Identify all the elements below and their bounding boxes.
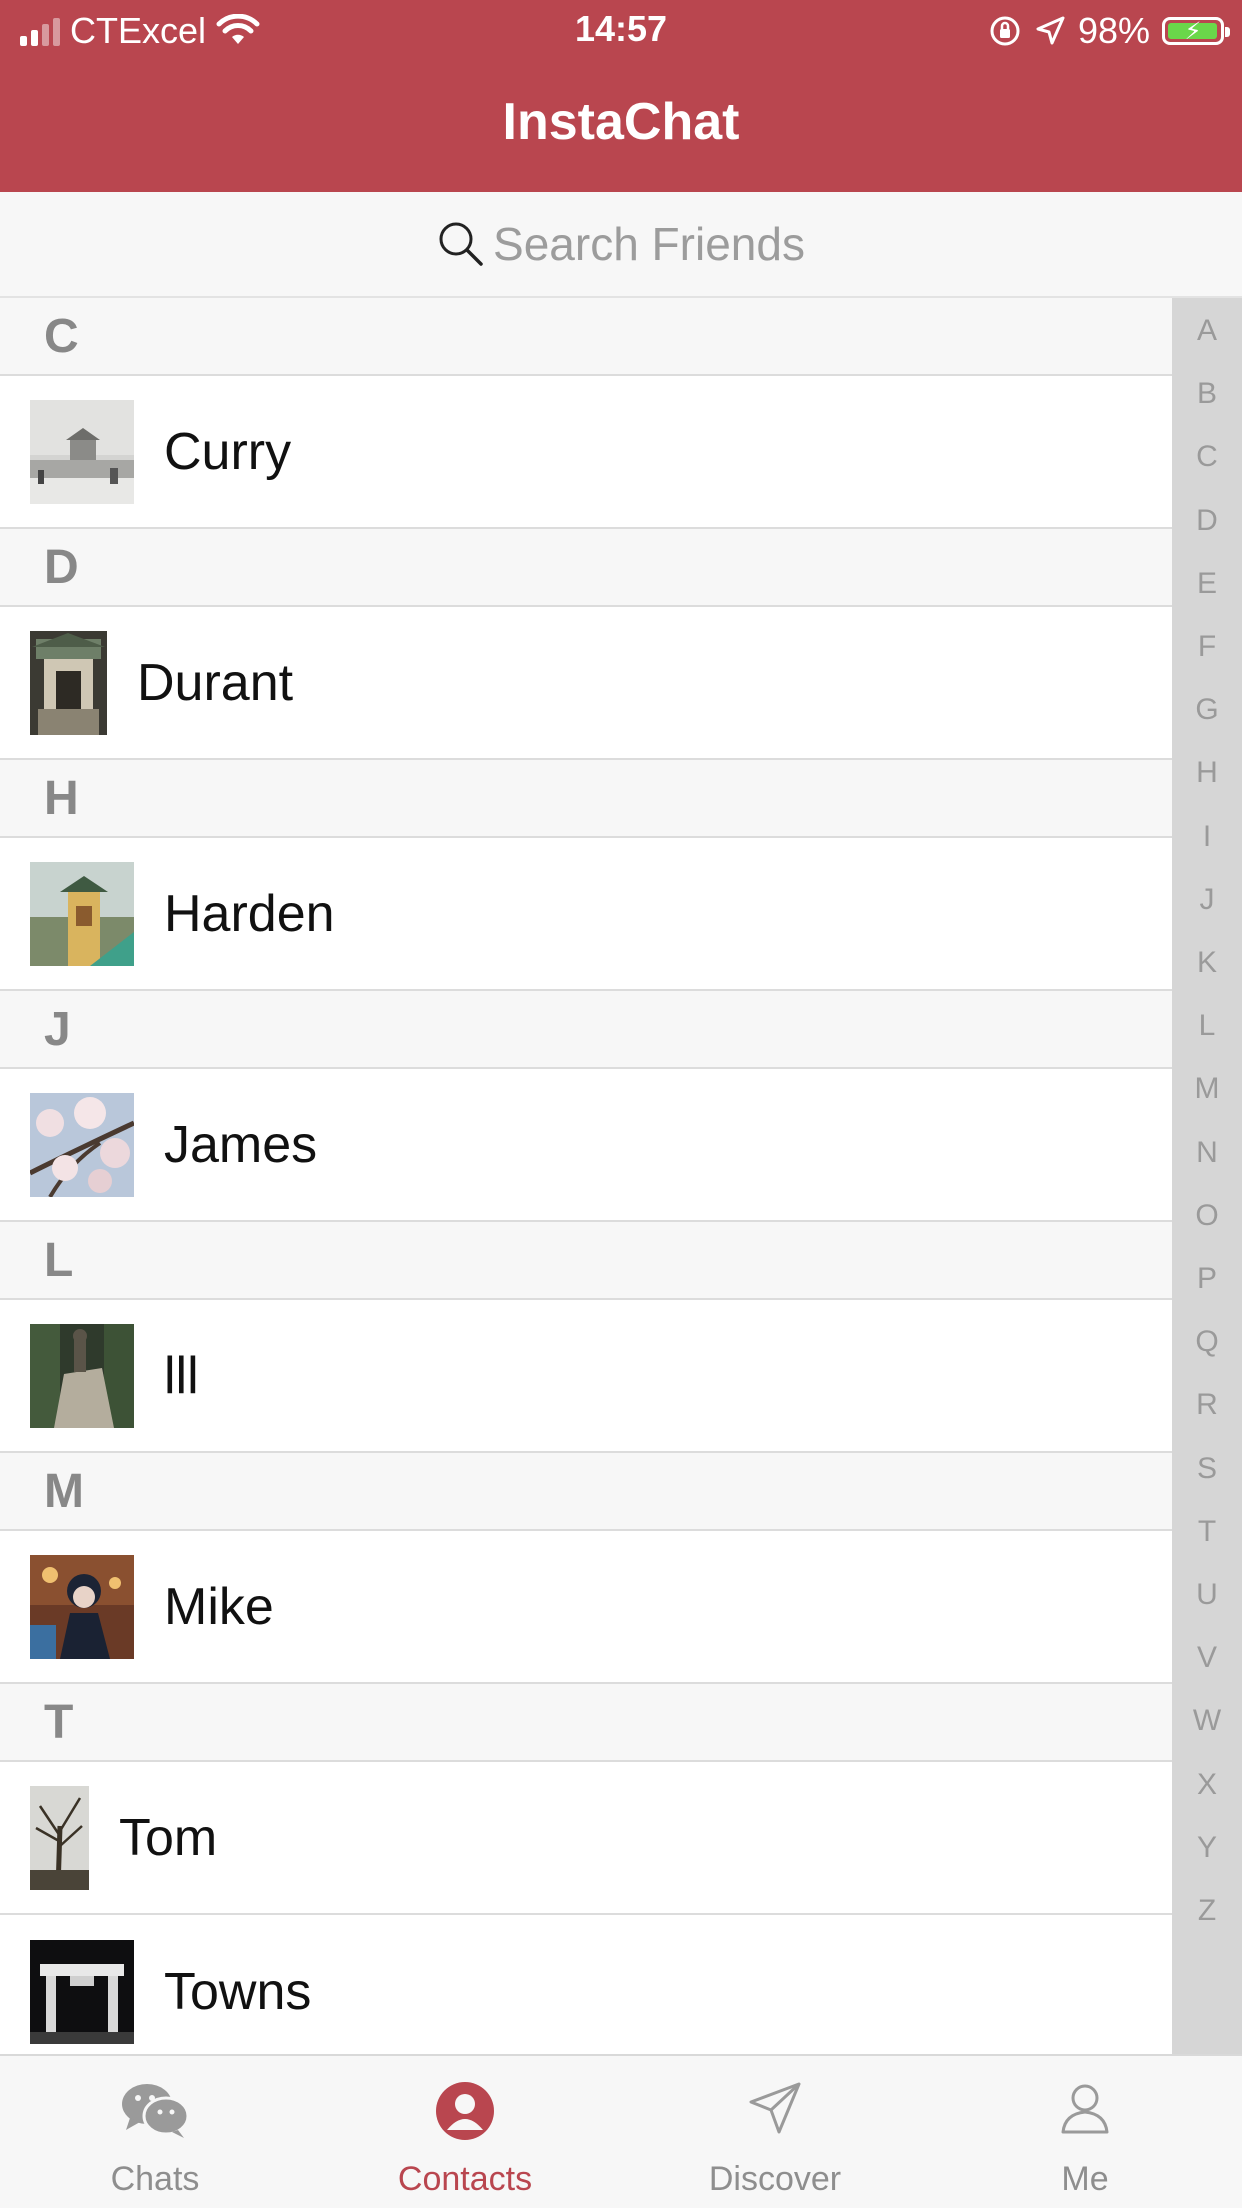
index-letter-g[interactable]: G [1172, 693, 1242, 727]
section-header-c: C [0, 298, 1172, 376]
chat-bubbles-icon [122, 2084, 190, 2138]
index-letter-c[interactable]: C [1172, 440, 1242, 474]
index-letter-k[interactable]: K [1172, 946, 1242, 980]
index-letter-i[interactable]: I [1172, 820, 1242, 854]
contact-row-lll[interactable]: lll [0, 1300, 1172, 1453]
index-letter-p[interactable]: P [1172, 1262, 1242, 1296]
contact-name: Durant [137, 653, 294, 712]
contact-row-curry[interactable]: Curry [0, 376, 1172, 529]
status-bar: CTExcel 14:57 98% ⚡ [0, 0, 1242, 62]
section-header-t: T [0, 1684, 1172, 1762]
section-header-l: L [0, 1222, 1172, 1300]
index-letter-m[interactable]: M [1172, 1072, 1242, 1106]
tab-me[interactable]: Me [930, 2056, 1240, 2208]
tab-contacts[interactable]: Contacts [310, 2056, 620, 2208]
contact-name: Curry [164, 422, 292, 481]
search-input[interactable]: Search Friends [493, 217, 805, 271]
tab-label: Me [1061, 2160, 1109, 2198]
avatar [30, 1092, 134, 1197]
app-header: CTExcel 14:57 98% ⚡ InstaChat [0, 0, 1242, 192]
search-icon [439, 222, 483, 266]
contact-row-mike[interactable]: Mike [0, 1531, 1172, 1684]
index-letter-o[interactable]: O [1172, 1199, 1242, 1233]
location-arrow-icon [1036, 16, 1065, 45]
alphabet-index-bar[interactable]: ABCDEFGHIJKLMNOPQRSTUVWXYZ [1172, 298, 1242, 2054]
battery-icon: ⚡ [1162, 17, 1230, 45]
section-header-m: M [0, 1453, 1172, 1531]
page-title: InstaChat [502, 93, 740, 151]
avatar [30, 1785, 89, 1890]
index-letter-e[interactable]: E [1172, 567, 1242, 601]
orientation-lock-icon [990, 16, 1020, 46]
status-right: 98% ⚡ [988, 8, 1230, 54]
index-letter-x[interactable]: X [1172, 1768, 1242, 1802]
contact-row-harden[interactable]: Harden [0, 838, 1172, 991]
avatar [30, 630, 107, 735]
contact-row-james[interactable]: James [0, 1069, 1172, 1222]
avatar [30, 399, 134, 504]
user-outline-icon [1061, 2084, 1109, 2134]
tab-label: Contacts [397, 2160, 533, 2198]
tab-chats[interactable]: Chats [0, 2056, 310, 2208]
contact-name: Tom [119, 1808, 218, 1867]
avatar [30, 1939, 134, 2044]
index-letter-d[interactable]: D [1172, 504, 1242, 538]
index-letter-u[interactable]: U [1172, 1578, 1242, 1612]
index-letter-v[interactable]: V [1172, 1641, 1242, 1675]
contacts-person-icon [436, 2082, 494, 2140]
tab-label: Chats [110, 2160, 200, 2198]
battery-percent: 98% [1077, 10, 1150, 51]
tab-bar: Chats Contacts Discover Me [0, 2054, 1242, 2208]
contact-name: Harden [164, 884, 335, 943]
index-letter-r[interactable]: R [1172, 1388, 1242, 1422]
contact-row-durant[interactable]: Durant [0, 607, 1172, 760]
index-letter-q[interactable]: Q [1172, 1325, 1242, 1359]
contact-name: Mike [164, 1577, 274, 1636]
index-letter-a[interactable]: A [1172, 314, 1242, 348]
index-letter-j[interactable]: J [1172, 883, 1242, 917]
index-letter-t[interactable]: T [1172, 1515, 1242, 1549]
contact-name: Towns [164, 1962, 312, 2021]
index-letter-b[interactable]: B [1172, 377, 1242, 411]
contacts-list[interactable]: C Curry D Durant H Harden J James L lll … [0, 298, 1172, 2054]
index-letter-f[interactable]: F [1172, 630, 1242, 664]
index-letter-y[interactable]: Y [1172, 1831, 1242, 1865]
section-header-j: J [0, 991, 1172, 1069]
index-letter-w[interactable]: W [1172, 1704, 1242, 1738]
avatar [30, 1554, 134, 1659]
contact-row-towns[interactable]: Towns [0, 1915, 1172, 2054]
index-letter-h[interactable]: H [1172, 756, 1242, 790]
contact-row-tom[interactable]: Tom [0, 1762, 1172, 1915]
charging-bolt-icon: ⚡ [1184, 18, 1202, 45]
section-header-d: D [0, 529, 1172, 607]
section-header-h: H [0, 760, 1172, 838]
tab-discover[interactable]: Discover [620, 2056, 930, 2208]
search-bar[interactable]: Search Friends [0, 192, 1242, 298]
index-letter-s[interactable]: S [1172, 1452, 1242, 1486]
index-letter-l[interactable]: L [1172, 1009, 1242, 1043]
index-letter-z[interactable]: Z [1172, 1894, 1242, 1928]
contact-name: James [164, 1115, 318, 1174]
paper-plane-icon [749, 2082, 801, 2134]
tab-label: Discover [708, 2160, 842, 2198]
index-letter-n[interactable]: N [1172, 1136, 1242, 1170]
avatar [30, 1323, 134, 1428]
contact-name: lll [164, 1346, 199, 1405]
avatar [30, 861, 134, 966]
